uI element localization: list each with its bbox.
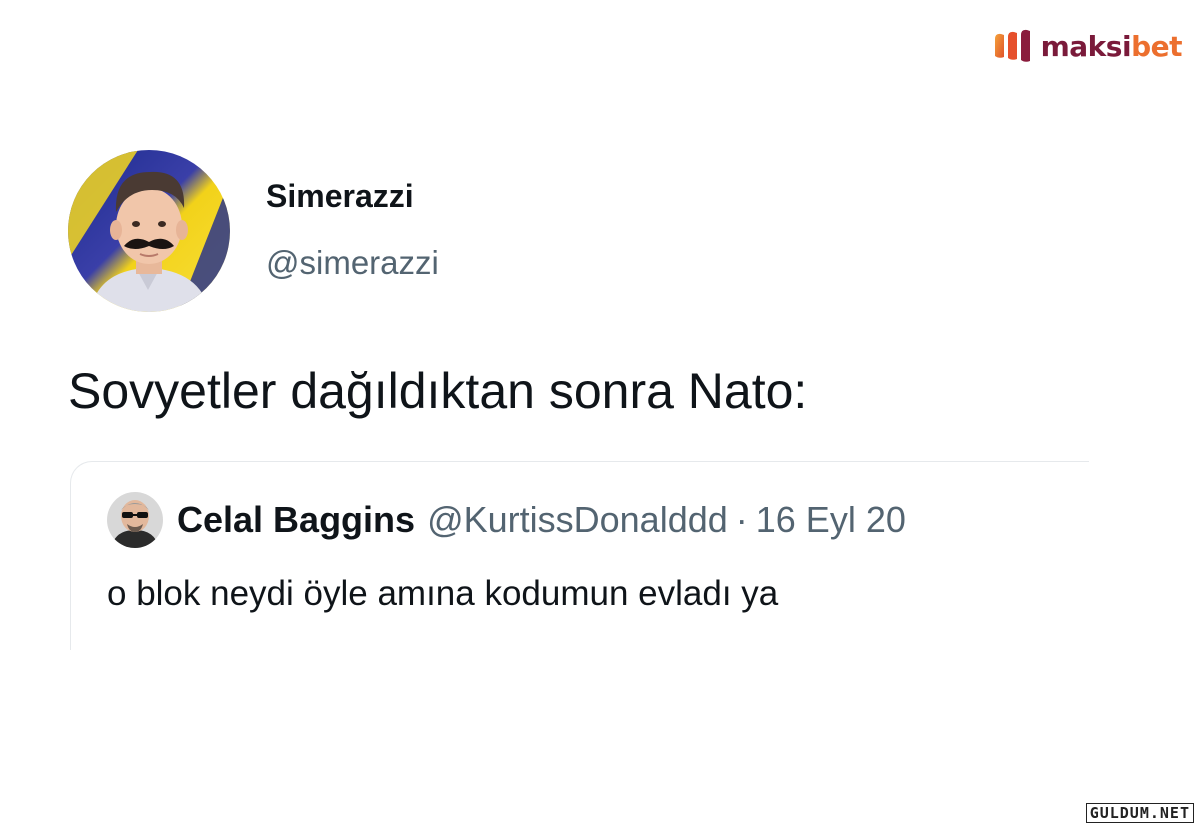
quoted-tweet[interactable]: Celal Baggins @KurtissDonalddd · 16 Eyl 20… [70, 461, 1089, 650]
maksibet-logo: maksibet [993, 26, 1182, 66]
tweet-card: Simerazzi @simerazzi Sovyetler dağıldıkt… [68, 150, 1090, 650]
quoted-date[interactable]: 16 Eyl 20 [756, 499, 906, 540]
quoted-handle[interactable]: @KurtissDonalddd [427, 499, 728, 540]
maksibet-wordmark: maksibet [1040, 29, 1183, 63]
tweet-text: Sovyetler dağıldıktan sonra Nato: [68, 363, 808, 419]
profile-photo-man-sunglasses-icon [107, 492, 163, 548]
quoted-display-name[interactable]: Celal Baggins [177, 499, 415, 541]
display-name[interactable]: Simerazzi [266, 180, 439, 212]
tweet-header: Simerazzi @simerazzi [68, 150, 1090, 312]
maksibet-logo-icon [994, 29, 1030, 62]
user-info: Simerazzi @simerazzi [266, 180, 439, 279]
quoted-tweet-header: Celal Baggins @KurtissDonalddd · 16 Eyl 20 [107, 492, 906, 548]
profile-photo-boy-mustache-icon [68, 150, 230, 312]
user-handle[interactable]: @simerazzi [266, 246, 439, 279]
quoted-tweet-text: o blok neydi öyle amına kodumun evladı y… [107, 574, 779, 613]
quoted-separator: · [735, 499, 748, 540]
watermark: GULDUM.NET [1085, 803, 1194, 823]
quoted-meta: @KurtissDonalddd · 16 Eyl 20 [427, 499, 906, 541]
avatar[interactable] [68, 150, 230, 312]
quoted-avatar[interactable] [107, 492, 163, 548]
